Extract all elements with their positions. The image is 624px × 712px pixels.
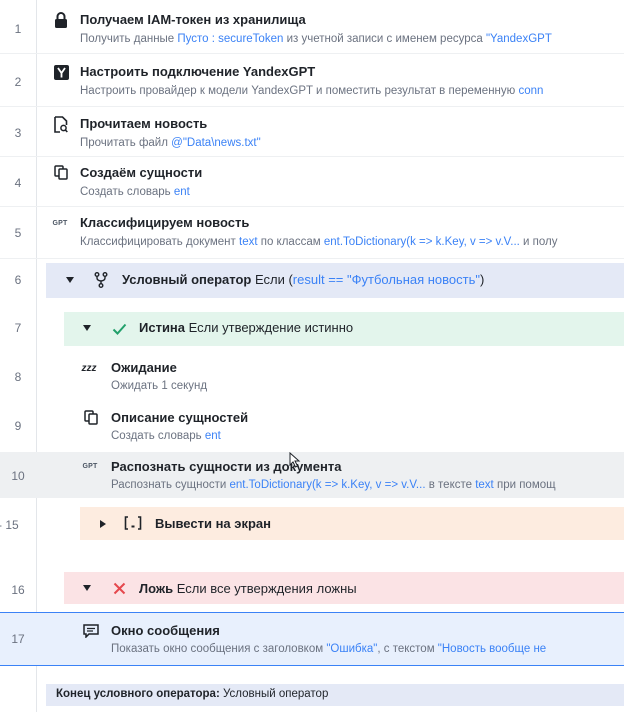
line-number: 16	[11, 583, 25, 597]
step-row-17[interactable]: 17 Окно сообщения Показать окно сообщени…	[0, 612, 624, 666]
lock-icon	[52, 11, 70, 29]
yandex-icon	[52, 63, 70, 81]
step-description: Ожидать 1 секунд	[111, 380, 208, 392]
mouse-cursor-icon	[289, 452, 301, 468]
step-title: Создаём сущности	[80, 165, 203, 180]
step-title: Ложь Если все утверждения ложны	[139, 581, 357, 596]
step-row-8[interactable]: 8 zzz Ожидание Ожидать 1 секунд	[0, 350, 624, 402]
step-description: Показать окно сообщения с заголовком "Ош…	[111, 643, 547, 655]
step-row-9[interactable]: 9 Описание сущностей Создать словарь ent	[0, 402, 624, 452]
step-title: Прочитаем новость	[80, 116, 208, 131]
step-row-4[interactable]: 4 Создаём сущности Создать словарь ent	[0, 156, 624, 207]
step-row-7[interactable]: 7 Истина Если утверждение истинно	[0, 304, 624, 350]
line-number: 4	[14, 176, 22, 190]
line-number: 1	[14, 22, 22, 36]
copy-icon	[82, 408, 100, 426]
step-row-5[interactable]: 5 GPT Классифицируем новость Классифицир…	[0, 206, 624, 259]
step-description: Создать словарь ent	[80, 186, 190, 198]
expand-caret-icon[interactable]	[100, 520, 106, 528]
step-row-16[interactable]: 16 Ложь Если все утверждения ложны	[0, 566, 624, 610]
step-title: Ожидание	[111, 360, 177, 375]
collapse-caret-icon[interactable]	[66, 277, 74, 283]
step-row-1[interactable]: 1 Получаем IAM-токен из хранилища Получи…	[0, 0, 624, 54]
gpt-icon: GPT	[52, 219, 68, 227]
line-number: 9	[14, 419, 22, 433]
step-description: Получить данные Пусто : secureToken из у…	[80, 33, 552, 45]
gpt-icon: GPT	[82, 462, 98, 470]
collapse-caret-icon[interactable]	[83, 585, 91, 591]
branch-icon	[92, 271, 110, 289]
message-icon	[82, 622, 100, 640]
line-number: 7	[14, 321, 22, 335]
step-title: Истина Если утверждение истинно	[139, 320, 354, 335]
file-read-icon	[52, 115, 70, 133]
copy-icon	[52, 163, 70, 181]
line-number: 8	[14, 370, 22, 384]
checkmark-icon	[110, 320, 128, 338]
step-row-6[interactable]: 6 Условный оператор Если (result == "Фут…	[0, 258, 624, 304]
step-description: Классифицировать документ text по класса…	[80, 236, 558, 248]
cross-icon	[110, 579, 128, 597]
step-description: Настроить провайдер к модели YandexGPT и…	[80, 85, 544, 97]
step-title: Условный оператор Если (result == "Футбо…	[122, 272, 485, 287]
step-description: Прочитать файл @"Data\news.txt"	[80, 137, 261, 149]
step-row-2[interactable]: 2 Настроить подключение YandexGPT Настро…	[0, 53, 624, 107]
bracket-icon	[124, 514, 142, 532]
step-row-3[interactable]: 3 Прочитаем новость Прочитать файл @"Dat…	[0, 106, 624, 157]
step-title: Распознать сущности из документа	[111, 459, 342, 474]
step-title: Описание сущностей	[111, 410, 249, 425]
condition-end-label: Конец условного оператора: Условный опер…	[56, 688, 329, 700]
line-number: 17	[11, 632, 25, 646]
line-number: 5	[14, 226, 22, 240]
step-title: Вывести на экран	[155, 516, 271, 531]
line-number: 6	[14, 273, 22, 287]
line-number: - 15	[0, 518, 19, 532]
step-title: Получаем IAM-токен из хранилища	[80, 12, 306, 27]
step-description: Распознать сущности ent.ToDictionary(k =…	[111, 479, 556, 491]
sleep-icon: zzz	[81, 362, 97, 374]
line-number: 2	[14, 75, 22, 89]
step-title: Настроить подключение YandexGPT	[80, 64, 316, 79]
step-description: Создать словарь ent	[111, 430, 221, 442]
line-number: 10	[11, 469, 25, 483]
line-number: 3	[14, 126, 22, 140]
collapse-caret-icon[interactable]	[83, 325, 91, 331]
condition-end-row: Конец условного оператора: Условный опер…	[0, 684, 624, 706]
step-row-10[interactable]: 10 GPT Распознать сущности из документа …	[0, 452, 624, 498]
step-title: Окно сообщения	[111, 623, 220, 638]
step-row-15[interactable]: - 15 Вывести на экран	[0, 498, 624, 550]
step-title: Классифицируем новость	[80, 215, 250, 230]
